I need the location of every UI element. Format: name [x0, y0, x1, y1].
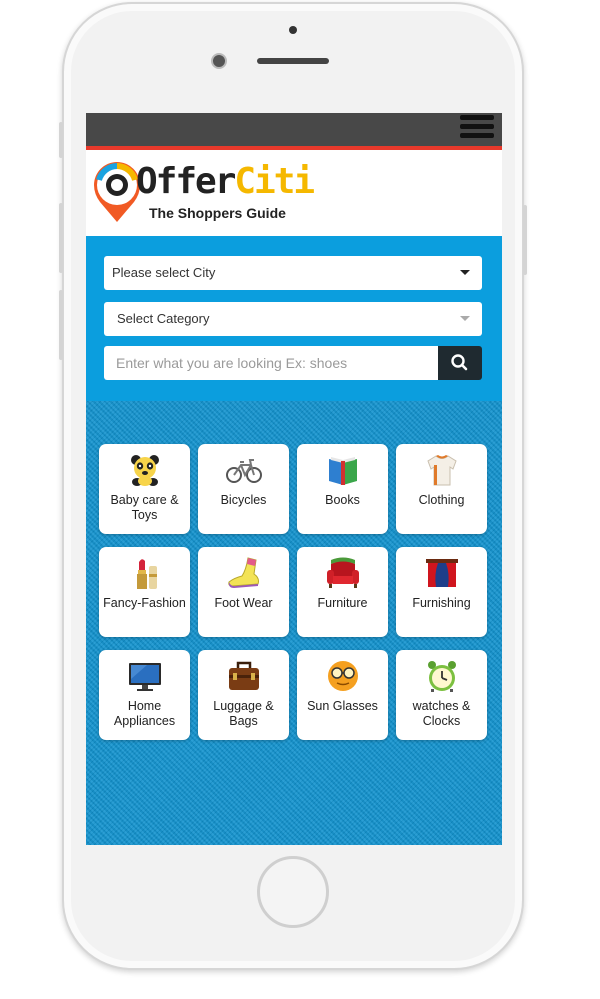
category-label: watches & Clocks: [412, 699, 471, 728]
glasses-face-icon: [327, 661, 358, 691]
silent-switch: [59, 122, 63, 158]
category-tile-baby-care[interactable]: Baby care & Toys: [99, 444, 190, 534]
category-label: Luggage & Bags: [213, 699, 274, 728]
curtain-icon: [425, 559, 458, 587]
top-bar: [86, 113, 502, 150]
search-icon: [451, 354, 468, 371]
logo-tagline: The Shoppers Guide: [149, 205, 286, 221]
lipstick-icon: [136, 559, 157, 589]
chevron-down-icon: [460, 316, 470, 321]
category-label: Baby care & Toys: [110, 493, 179, 522]
briefcase-icon: [228, 661, 259, 690]
city-select[interactable]: Please select City: [104, 256, 482, 290]
monitor-icon: [128, 663, 161, 691]
alarm-clock-icon: [427, 661, 456, 692]
category-tile-foot-wear[interactable]: Foot Wear: [198, 547, 289, 637]
shirt-icon: [426, 455, 457, 486]
front-camera: [211, 53, 227, 69]
category-label: Furnishing: [412, 596, 471, 610]
search-row: [104, 346, 482, 380]
bicycle-icon: [225, 459, 262, 483]
category-tile-fancy-fashion[interactable]: Fancy-Fashion: [99, 547, 190, 637]
category-grid: Baby care & Toys Bicycles Books Clothing…: [99, 444, 487, 740]
category-tile-home-appliances[interactable]: Home Appliances: [99, 650, 190, 740]
power-button: [523, 205, 527, 275]
teddy-bear-icon: [130, 455, 159, 486]
sofa-icon: [326, 557, 359, 588]
volume-down-button: [59, 290, 63, 360]
logo-wordmark: OfferCiti: [136, 161, 315, 202]
category-tile-bicycles[interactable]: Bicycles: [198, 444, 289, 534]
category-tile-clothing[interactable]: Clothing: [396, 444, 487, 534]
volume-up-button: [59, 203, 63, 273]
earpiece-speaker: [257, 58, 329, 64]
category-select-value: Select Category: [117, 311, 210, 326]
hamburger-menu-icon[interactable]: [460, 115, 494, 145]
category-label: Books: [325, 493, 360, 507]
proximity-sensor: [289, 26, 297, 34]
category-section: Baby care & Toys Bicycles Books Clothing…: [86, 401, 502, 845]
home-button[interactable]: [257, 856, 329, 928]
category-tile-watches[interactable]: watches & Clocks: [396, 650, 487, 740]
category-label: Fancy-Fashion: [103, 596, 186, 610]
city-select-value: Please select City: [112, 265, 216, 280]
book-icon: [328, 457, 357, 485]
category-select[interactable]: Select Category: [104, 302, 482, 336]
category-tile-furniture[interactable]: Furniture: [297, 547, 388, 637]
search-button[interactable]: [438, 346, 482, 380]
category-label: Clothing: [418, 493, 465, 507]
app-screen: OfferCiti The Shoppers Guide Please sele…: [86, 113, 502, 845]
category-label: Bicycles: [220, 493, 267, 507]
chevron-down-icon: [460, 270, 470, 275]
category-label: Foot Wear: [214, 596, 273, 610]
category-tile-sun-glasses[interactable]: Sun Glasses: [297, 650, 388, 740]
search-input[interactable]: [104, 346, 438, 380]
category-tile-luggage[interactable]: Luggage & Bags: [198, 650, 289, 740]
category-label: Sun Glasses: [307, 699, 378, 713]
search-panel: Please select City Select Category: [86, 236, 502, 401]
category-label: Home Appliances: [113, 699, 176, 728]
category-label: Furniture: [317, 596, 368, 610]
category-tile-books[interactable]: Books: [297, 444, 388, 534]
category-tile-furnishing[interactable]: Furnishing: [396, 547, 487, 637]
location-pin-logo-icon: [94, 162, 140, 222]
shoe-icon: [227, 557, 259, 588]
logo-area[interactable]: OfferCiti The Shoppers Guide: [86, 150, 502, 236]
